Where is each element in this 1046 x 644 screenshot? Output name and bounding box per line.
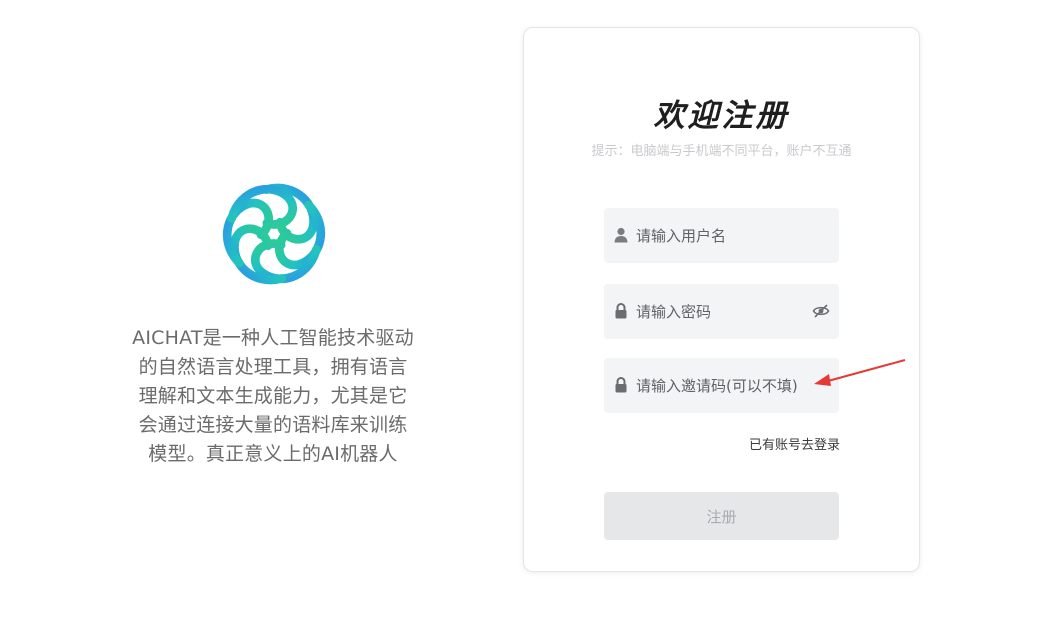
lock-icon <box>615 377 627 393</box>
password-field[interactable] <box>604 284 839 339</box>
aichat-logo-icon <box>222 183 326 285</box>
brand-description-line: 理解和文本生成能力，尤其是它 <box>138 385 408 407</box>
lock-icon <box>615 303 627 319</box>
brand-description-line: AICHAT是一种人工智能技术驱动 <box>132 327 414 349</box>
page-title: 欢迎注册 <box>653 98 790 134</box>
username-field[interactable] <box>604 208 839 263</box>
password-input[interactable] <box>636 284 811 339</box>
brand-description-line: 的自然语言处理工具，拥有语言 <box>138 356 408 378</box>
register-card: 欢迎注册 提示：电脑端与手机端不同平台，账户不互通 已有账号去登录 注册 <box>523 27 920 572</box>
brand-description: AICHAT是一种人工智能技术驱动 的自然语言处理工具，拥有语言 理解和文本生成… <box>118 324 428 469</box>
brand-description-line: 模型。真正意义上的AI机器人 <box>148 443 398 465</box>
invite-code-input[interactable] <box>636 358 811 413</box>
invite-code-field[interactable] <box>604 358 839 413</box>
eye-off-icon[interactable] <box>812 303 830 319</box>
platform-tip: 提示：电脑端与手机端不同平台，账户不互通 <box>591 144 852 159</box>
login-link[interactable]: 已有账号去登录 <box>749 434 840 453</box>
brand-description-line: 会通过连接大量的语料库来训练 <box>138 414 408 436</box>
annotation-arrow-icon <box>814 359 906 386</box>
register-button[interactable]: 注册 <box>604 492 839 540</box>
username-input[interactable] <box>636 208 811 263</box>
user-icon <box>614 227 628 243</box>
